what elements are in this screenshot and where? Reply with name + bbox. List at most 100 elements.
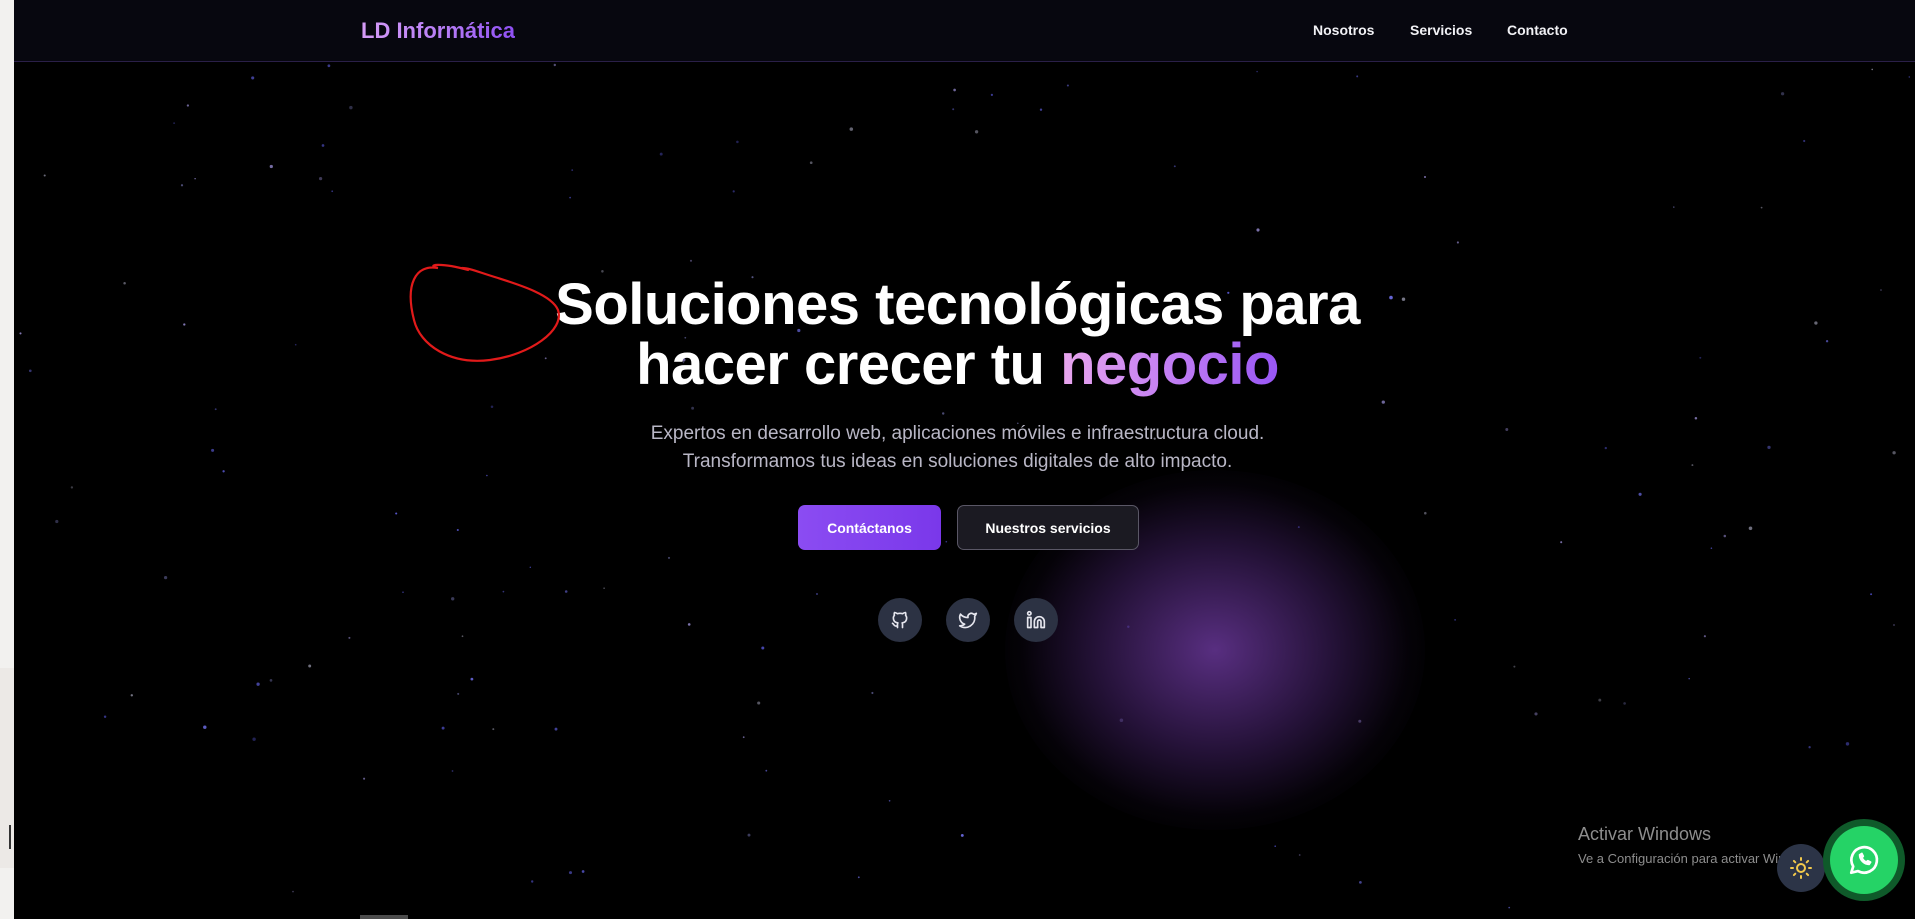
- star: [1673, 206, 1675, 208]
- star: [490, 405, 494, 408]
- star: [1638, 492, 1642, 496]
- star: [816, 593, 818, 595]
- star: [130, 694, 133, 697]
- star: [1760, 206, 1763, 209]
- star: [180, 184, 184, 187]
- whatsapp-button[interactable]: [1823, 819, 1905, 901]
- star: [1871, 68, 1874, 71]
- star: [581, 870, 585, 873]
- star: [564, 590, 568, 593]
- github-button[interactable]: [878, 598, 922, 642]
- star: [319, 177, 323, 181]
- star: [1723, 534, 1727, 538]
- star: [1274, 845, 1277, 848]
- star: [256, 682, 260, 686]
- star: [214, 408, 217, 411]
- star: [269, 164, 273, 169]
- hero-subtitle-line1: Expertos en desarrollo web, aplicaciones…: [650, 423, 1265, 444]
- star: [974, 130, 979, 134]
- nav-link-nosotros[interactable]: Nosotros: [1313, 22, 1374, 38]
- linkedin-button[interactable]: [1014, 598, 1058, 642]
- hero-subtitle: Expertos en desarrollo web, aplicaciones…: [0, 420, 1915, 476]
- star: [1803, 139, 1806, 143]
- star: [569, 196, 571, 199]
- star: [1456, 241, 1459, 244]
- left-edge-tick: [9, 825, 11, 849]
- linkedin-icon: [1026, 610, 1046, 629]
- nav-link-servicios[interactable]: Servicios: [1410, 22, 1472, 38]
- star: [990, 93, 994, 97]
- star: [849, 127, 854, 131]
- sun-icon: [1790, 857, 1812, 879]
- nav-links: Nosotros Servicios Contacto: [14, 22, 1915, 42]
- hero-title: Soluciones tecnológicas para hacer crece…: [0, 275, 1915, 395]
- star: [194, 177, 196, 180]
- star: [1688, 677, 1690, 680]
- star: [1508, 906, 1511, 909]
- star: [888, 799, 891, 802]
- star: [1845, 742, 1850, 746]
- star: [871, 691, 874, 695]
- star: [331, 190, 334, 193]
- star: [251, 76, 255, 80]
- star: [1256, 70, 1258, 73]
- star: [402, 591, 404, 594]
- star: [103, 715, 107, 719]
- star: [327, 64, 331, 68]
- star: [857, 876, 860, 879]
- star: [1870, 593, 1873, 596]
- star: [186, 104, 190, 107]
- star: [1066, 84, 1069, 87]
- star: [761, 646, 765, 650]
- star: [1893, 624, 1895, 626]
- star: [1560, 541, 1563, 544]
- services-button[interactable]: Nuestros servicios: [957, 505, 1139, 550]
- star: [531, 880, 534, 883]
- star: [457, 692, 460, 695]
- star: [451, 770, 454, 772]
- theme-toggle-button[interactable]: [1777, 844, 1825, 892]
- star: [43, 174, 46, 177]
- star: [363, 777, 366, 780]
- star: [348, 636, 351, 639]
- star: [952, 108, 955, 111]
- star: [742, 736, 745, 739]
- star: [757, 701, 761, 705]
- star: [1356, 75, 1359, 78]
- star: [809, 161, 813, 165]
- star: [659, 152, 663, 156]
- star: [667, 556, 671, 559]
- star: [349, 105, 353, 110]
- star: [1780, 92, 1785, 96]
- star: [269, 679, 273, 682]
- star: [456, 528, 459, 532]
- star: [689, 259, 693, 262]
- hero-title-line2: hacer crecer tu: [636, 332, 1061, 397]
- star: [765, 769, 768, 772]
- hero-title-line1: Soluciones tecnológicas para: [555, 272, 1360, 337]
- star: [1808, 746, 1811, 749]
- star: [173, 122, 176, 124]
- star: [1424, 511, 1427, 515]
- star: [568, 871, 573, 875]
- star: [470, 677, 474, 681]
- star: [203, 725, 207, 729]
- star: [941, 412, 945, 415]
- starfield-background: [19, 63, 1911, 909]
- hero-title-accent: negocio: [1060, 332, 1279, 397]
- nav-link-contacto[interactable]: Contacto: [1507, 22, 1568, 38]
- star: [308, 664, 312, 668]
- star: [603, 587, 605, 589]
- star: [953, 88, 956, 92]
- contact-button[interactable]: Contáctanos: [798, 505, 941, 550]
- star: [1256, 228, 1260, 232]
- twitter-button[interactable]: [946, 598, 990, 642]
- star: [1623, 702, 1626, 705]
- star: [252, 737, 256, 741]
- star: [1534, 712, 1538, 716]
- star: [492, 728, 495, 731]
- left-window-edge: [0, 0, 14, 919]
- star: [945, 540, 948, 543]
- star: [529, 566, 531, 568]
- star: [1454, 619, 1456, 621]
